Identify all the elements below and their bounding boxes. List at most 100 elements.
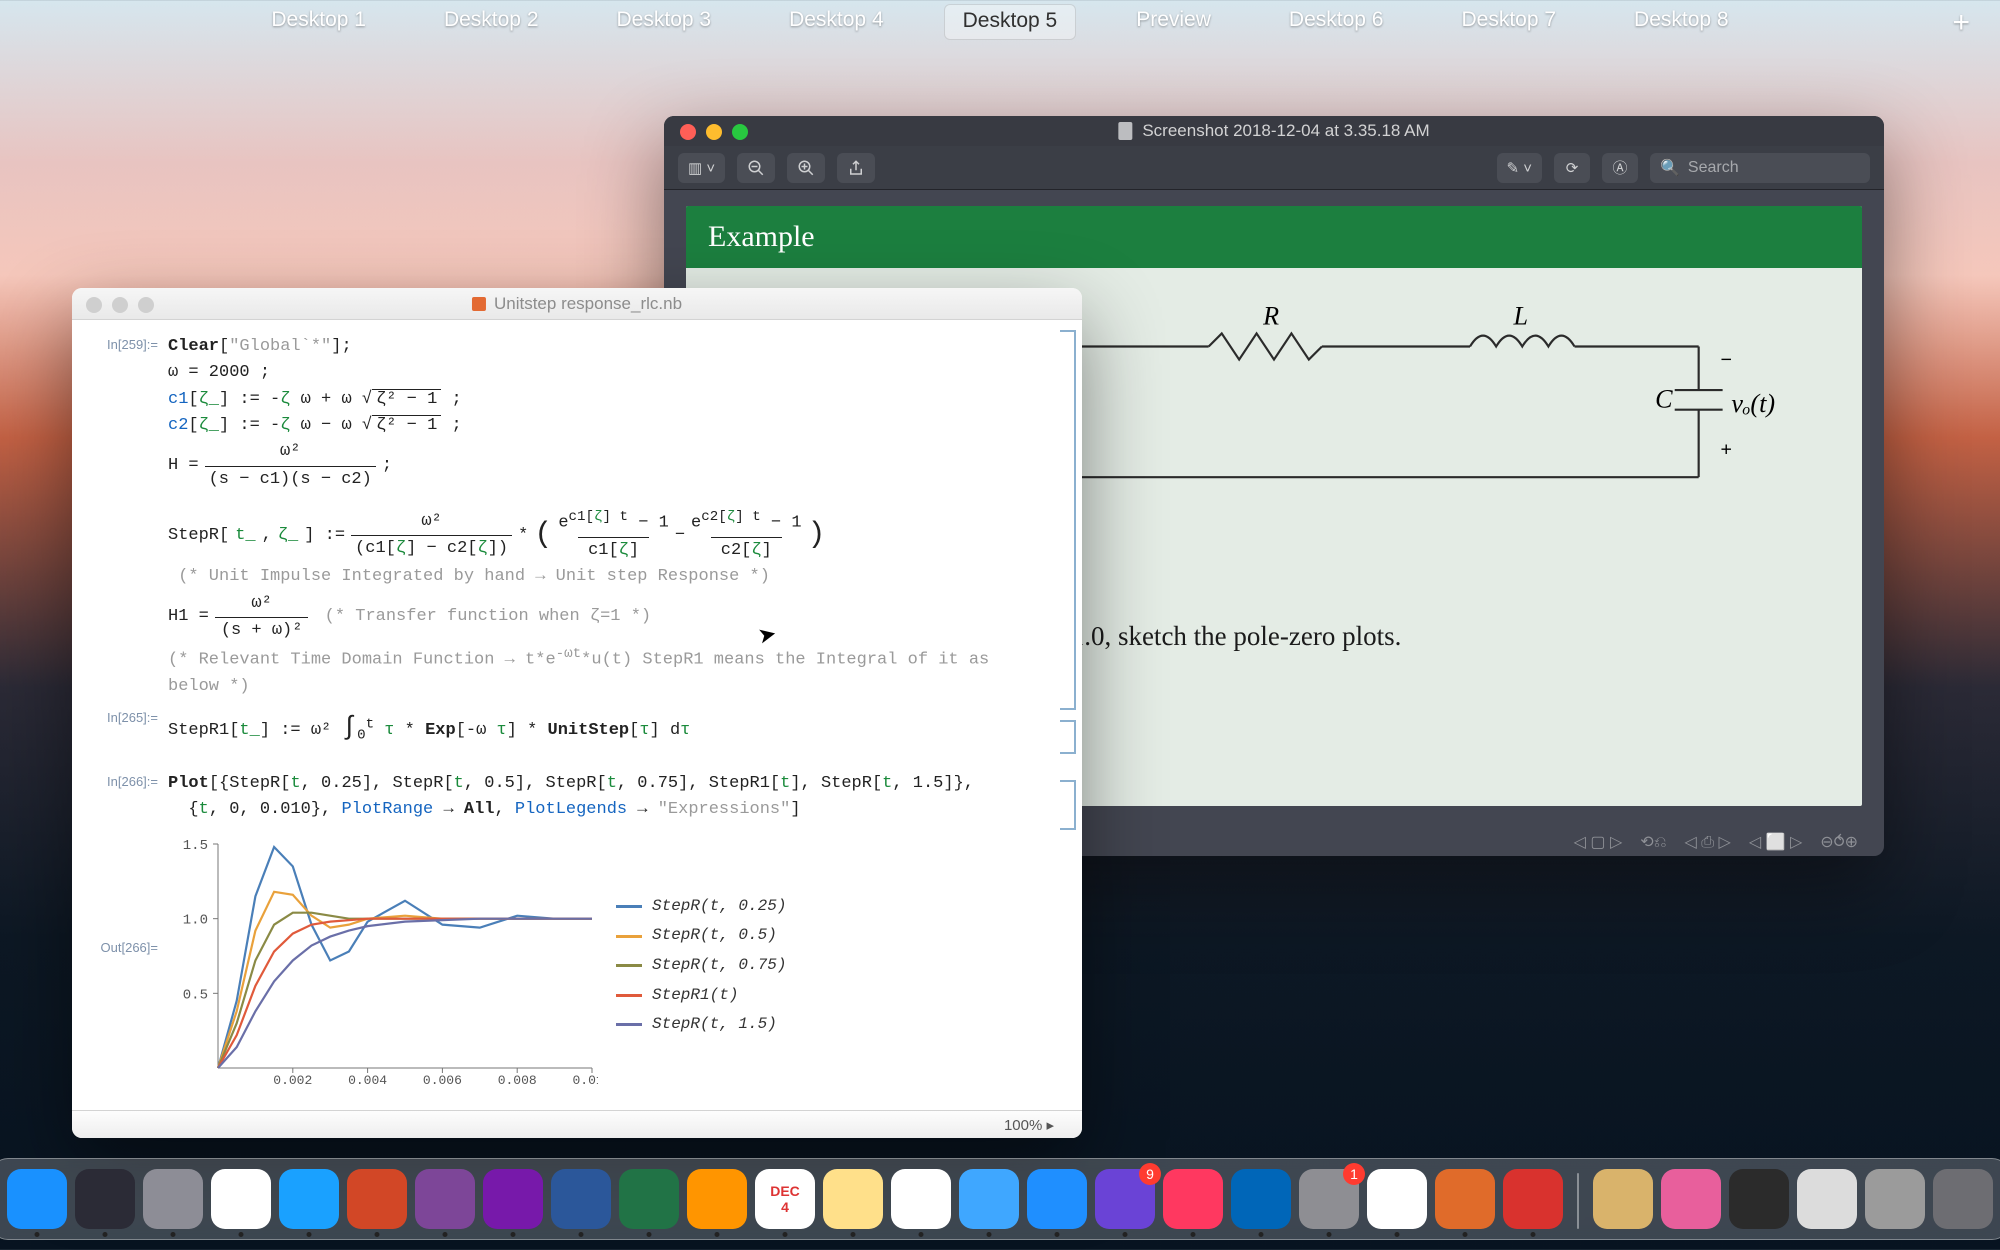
preview-titlebar[interactable]: Screenshot 2018-12-04 at 3.35.18 AM [664, 116, 1884, 146]
svg-text:0.004: 0.004 [348, 1073, 387, 1086]
dock-app-siri[interactable] [75, 1169, 135, 1229]
footer-view-icon[interactable]: ◁ ⬜ ▷ [1749, 832, 1802, 852]
mathematica-icon [472, 297, 486, 311]
notebook-statusbar: 100% ▸ [72, 1110, 1082, 1138]
dock-app-browser[interactable] [1865, 1169, 1925, 1229]
legend-item: StepR1(t) [616, 981, 786, 1011]
markup-button[interactable]: Ⓐ [1602, 153, 1638, 183]
legend-item: StepR(t, 0.25) [616, 892, 786, 922]
dock-app-safari[interactable] [279, 1169, 339, 1229]
zoom-level[interactable]: 100% ▸ [1004, 1116, 1054, 1134]
zoom-icon[interactable] [138, 297, 154, 313]
dock-app-terminal[interactable] [1729, 1169, 1789, 1229]
out-label: Out[266]= [88, 830, 158, 1086]
svg-text:+: + [1720, 438, 1731, 460]
minimize-icon[interactable] [706, 124, 722, 140]
highlight-button[interactable]: ✎ ˅ [1497, 153, 1543, 183]
svg-text:L: L [1513, 302, 1529, 331]
desktop-thumb-7[interactable]: Desktop 7 [1443, 4, 1574, 40]
badge: 1 [1343, 1163, 1365, 1185]
desktop-thumb-3[interactable]: Desktop 3 [599, 4, 730, 40]
svg-text:0.006: 0.006 [423, 1073, 462, 1086]
legend-item: StepR(t, 1.5) [616, 1010, 786, 1040]
desktop-thumb-2[interactable]: Desktop 2 [426, 4, 557, 40]
zoom-out-button[interactable] [737, 153, 775, 183]
svg-text:1.0: 1.0 [183, 912, 208, 928]
badge: 9 [1139, 1163, 1161, 1185]
notebook-title: Unitstep response_rlc.nb [494, 294, 682, 314]
dock-app-calendar[interactable]: DEC4 [755, 1169, 815, 1229]
search-placeholder: Search [1688, 159, 1739, 177]
footer-zoom-icon[interactable]: ⊖⥀⊕ [1820, 832, 1858, 852]
close-icon[interactable] [86, 297, 102, 313]
plot-output: 0.51.01.50.0020.0040.0060.0080.010 StepR… [168, 830, 786, 1086]
mathematica-window: Unitstep response_rlc.nb In[259]:= Clear… [72, 288, 1082, 1138]
zoom-in-button[interactable] [787, 153, 825, 183]
search-icon: 🔍 [1660, 158, 1680, 178]
footer-print-icon[interactable]: ◁ ⎙ ▷ [1685, 832, 1731, 852]
footer-undo-icon[interactable]: ⟲⎌ [1640, 832, 1666, 852]
dock-app-folder[interactable] [1661, 1169, 1721, 1229]
desktop-thumb-8[interactable]: Desktop 8 [1616, 4, 1747, 40]
svg-text:R: R [1262, 302, 1279, 331]
dock-app-excel[interactable] [619, 1169, 679, 1229]
dock-app-sysprefs[interactable]: 1 [1299, 1169, 1359, 1229]
close-icon[interactable] [680, 124, 696, 140]
desktop-thumb-6[interactable]: Desktop 6 [1271, 4, 1402, 40]
step-response-plot: 0.51.01.50.0020.0040.0060.0080.010 [168, 836, 598, 1086]
dock-app-word[interactable] [551, 1169, 611, 1229]
share-button[interactable] [837, 153, 875, 183]
code-cell[interactable]: Clear["Global`*"]; ω = 2000 ; c1[ζ_] := … [168, 334, 1042, 701]
svg-text:−: − [1720, 349, 1731, 371]
plot-legend: StepR(t, 0.25)StepR(t, 0.5)StepR(t, 0.75… [616, 836, 786, 1086]
code-cell[interactable]: StepR1[t_] := ω² ∫0t τ * Exp[-ω τ] * Uni… [168, 707, 690, 747]
dock-app-messages[interactable] [1027, 1169, 1087, 1229]
dock-app-finder[interactable] [7, 1169, 67, 1229]
dock-app-tor[interactable] [415, 1169, 475, 1229]
dock-app-books[interactable] [687, 1169, 747, 1229]
svg-text:0.008: 0.008 [498, 1073, 537, 1086]
legend-item: StepR(t, 0.5) [616, 921, 786, 951]
desktop-thumb-preview[interactable]: Preview [1118, 4, 1229, 40]
desktop-thumb-4[interactable]: Desktop 4 [771, 4, 902, 40]
dock-app-matlab[interactable] [1435, 1169, 1495, 1229]
dock-app-mathematica[interactable] [1503, 1169, 1563, 1229]
dock-app-onenote[interactable] [483, 1169, 543, 1229]
dock-app-downloads[interactable] [1593, 1169, 1653, 1229]
sidebar-toggle-button[interactable]: ▥ ˅ [678, 153, 725, 183]
code-cell[interactable]: Plot[{StepR[t, 0.25], StepR[t, 0.5], Ste… [168, 771, 974, 824]
legend-item: StepR(t, 0.75) [616, 951, 786, 981]
dock-app-trash[interactable] [1933, 1169, 1993, 1229]
desktop-thumb-5[interactable]: Desktop 5 [944, 4, 1077, 40]
notebook-body[interactable]: In[259]:= Clear["Global`*"]; ω = 2000 ; … [72, 320, 1082, 1110]
preview-toolbar: ▥ ˅ ✎ ˅ ⟳ Ⓐ 🔍 Search [664, 146, 1884, 190]
in-label: In[266]:= [88, 771, 158, 824]
desktop-thumb-1[interactable]: Desktop 1 [253, 4, 384, 40]
dock-app-vs code[interactable] [1231, 1169, 1291, 1229]
dock-separator [1577, 1173, 1579, 1229]
preview-title: Screenshot 2018-12-04 at 3.35.18 AM [1142, 121, 1429, 141]
dock-app-powerpoint[interactable] [347, 1169, 407, 1229]
cell-bracket[interactable] [1060, 330, 1076, 710]
svg-text:C: C [1655, 384, 1673, 413]
in-label: In[259]:= [88, 334, 158, 701]
dock-app-chrome[interactable] [211, 1169, 271, 1229]
preview-search[interactable]: 🔍 Search [1650, 153, 1870, 183]
footer-nav-icon[interactable]: ◁ ▢ ▷ [1574, 832, 1623, 852]
dock-app-feedback[interactable]: 9 [1095, 1169, 1155, 1229]
dock-app-drive[interactable] [1367, 1169, 1427, 1229]
dock-app-notes[interactable] [823, 1169, 883, 1229]
add-desktop-button[interactable]: + [1952, 6, 1970, 40]
cell-bracket[interactable] [1060, 780, 1076, 830]
cell-bracket[interactable] [1060, 720, 1076, 754]
minimize-icon[interactable] [112, 297, 128, 313]
dock-app-photos[interactable] [891, 1169, 951, 1229]
dock-app-itunes[interactable] [1163, 1169, 1223, 1229]
rotate-button[interactable]: ⟳ [1554, 153, 1590, 183]
svg-text:vₒ(t): vₒ(t) [1731, 389, 1775, 418]
dock-app-mail[interactable] [959, 1169, 1019, 1229]
dock-app-launchpad[interactable] [143, 1169, 203, 1229]
zoom-icon[interactable] [732, 124, 748, 140]
mathematica-titlebar[interactable]: Unitstep response_rlc.nb [72, 288, 1082, 320]
dock-app-activitymonitor[interactable] [1797, 1169, 1857, 1229]
